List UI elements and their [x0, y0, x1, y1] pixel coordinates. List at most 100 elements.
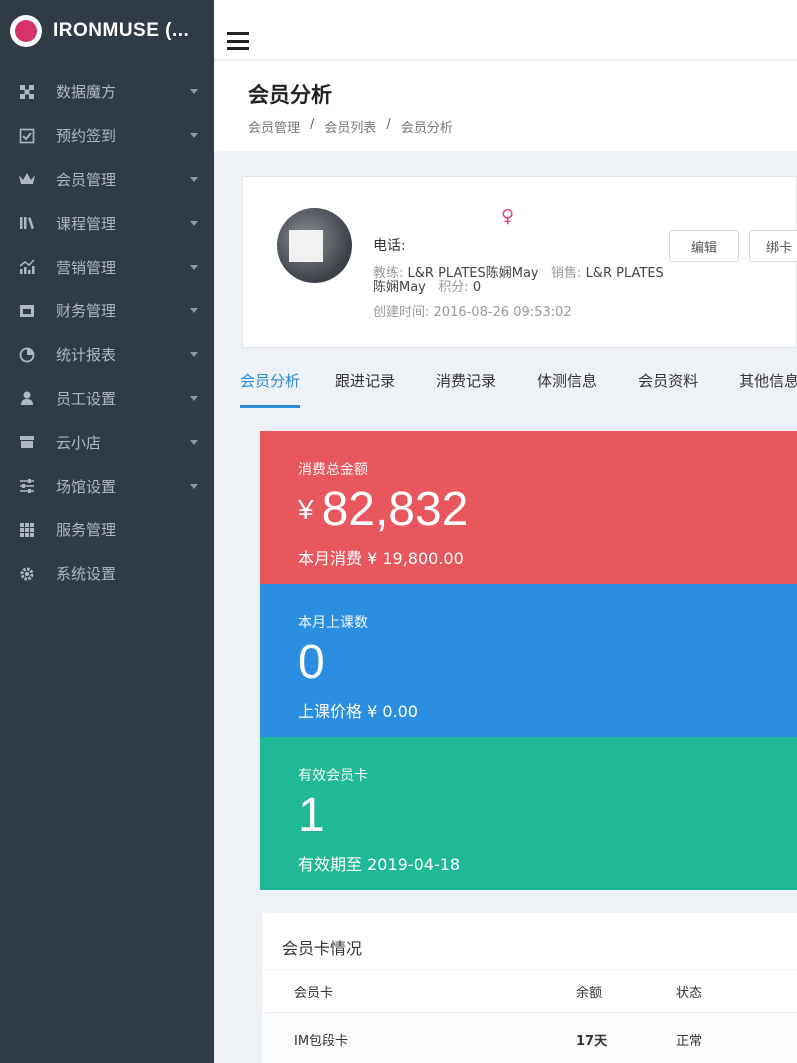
page-title: 会员分析	[248, 83, 332, 107]
sidebar-item-courses[interactable]: 课程管理	[0, 201, 214, 245]
card-name: IM包段卡	[294, 1033, 349, 1049]
sidebar-item-label: 系统设置	[56, 565, 117, 584]
stat-label: 有效会员卡	[298, 768, 368, 784]
tab-follow-up[interactable]: 跟进记录	[335, 358, 395, 408]
chevron-down-icon	[190, 220, 198, 226]
sidebar-item-venue[interactable]: 场馆设置	[0, 464, 214, 508]
section-title: 会员卡情况	[282, 939, 363, 958]
sidebar-item-label: 财务管理	[56, 302, 117, 321]
points-label: 积分:	[438, 280, 469, 295]
avatar	[277, 208, 352, 283]
chevron-down-icon	[190, 89, 198, 95]
chevron-down-icon	[190, 395, 198, 401]
member-meta: 教练: L&R PLATES陈娴May 销售: L&R PLATES陈娴May …	[373, 267, 673, 295]
sales-label: 销售:	[551, 266, 582, 281]
card-status: 正常	[676, 1033, 703, 1049]
stat-label: 本月上课数	[298, 615, 368, 631]
sidebar-item-label: 统计报表	[56, 346, 117, 365]
tab-other-info[interactable]: 其他信息	[739, 358, 797, 408]
stat-value: ¥82,832	[298, 485, 797, 535]
sidebar-item-label: 课程管理	[56, 214, 117, 233]
table-row[interactable]: IM包段卡 17天 正常	[262, 1014, 797, 1063]
pie-icon	[18, 346, 36, 364]
sidebar-item-label: 云小店	[56, 433, 102, 452]
card-balance: 17天	[576, 1033, 608, 1049]
sliders-icon	[18, 477, 36, 495]
brand-name: IRONMUSE (...	[53, 20, 190, 41]
stat-valid-cards: 有效会员卡 1 有效期至 2019-04-18	[260, 737, 797, 890]
stat-value: 0	[298, 636, 325, 689]
sidebar-item-marketing[interactable]: 营销管理	[0, 245, 214, 289]
table-header: 会员卡 余额 状态	[262, 969, 797, 1013]
column-header-card: 会员卡	[294, 985, 334, 1001]
stat-label: 消费总金额	[298, 462, 368, 478]
breadcrumb-member-management[interactable]: 会员管理	[248, 117, 300, 136]
crown-icon	[18, 170, 36, 188]
edit-button[interactable]: 编辑	[669, 230, 739, 262]
stat-sub: 本月消费 ¥ 19,800.00	[298, 549, 464, 568]
chart-icon	[18, 258, 36, 276]
checkbox-icon	[18, 127, 36, 145]
stat-monthly-classes: 本月上课数 0 上课价格 ¥ 0.00	[260, 584, 797, 737]
bind-card-button[interactable]: 绑卡	[749, 230, 797, 262]
created-label: 创建时间:	[373, 305, 430, 320]
sidebar-item-label: 预约签到	[56, 127, 117, 146]
sidebar-item-data-cube[interactable]: 数据魔方	[0, 70, 214, 114]
sidebar-item-system[interactable]: 系统设置	[0, 552, 214, 596]
sidebar-nav: 数据魔方 预约签到 会员管理 课程管理 营销管理 财务管理 统计报表 员工设置 …	[0, 70, 214, 596]
stat-sub: 上课价格 ¥ 0.00	[298, 702, 418, 721]
sidebar-item-finance[interactable]: 财务管理	[0, 289, 214, 333]
user-icon	[18, 389, 36, 407]
points-value: 0	[472, 280, 482, 295]
brand[interactable]: IRONMUSE (...	[0, 0, 214, 62]
stat-total-spend: 消费总金额 ¥82,832 本月消费 ¥ 19,800.00	[260, 431, 797, 584]
topbar	[214, 0, 797, 60]
breadcrumb-member-analysis: 会员分析	[400, 121, 453, 136]
coach-value: L&R PLATES陈娴May	[407, 266, 539, 281]
tab-member-info[interactable]: 会员资料	[638, 358, 698, 408]
column-header-status: 状态	[676, 985, 703, 1001]
member-cards-panel: 会员卡情况 会员卡 余额 状态 IM包段卡 17天 正常	[262, 913, 797, 1063]
stat-sub: 有效期至 2019-04-18	[298, 855, 461, 874]
sidebar-item-services[interactable]: 服务管理	[0, 508, 214, 552]
sidebar-item-staff[interactable]: 员工设置	[0, 377, 214, 421]
breadcrumb-separator: /	[386, 117, 391, 132]
tab-body-test[interactable]: 体测信息	[537, 358, 597, 408]
sidebar-item-label: 服务管理	[56, 521, 117, 540]
currency-symbol: ¥	[298, 494, 314, 525]
sidebar-item-booking[interactable]: 预约签到	[0, 114, 214, 158]
menu-icon[interactable]	[227, 32, 249, 50]
grid-icon	[18, 521, 36, 539]
sidebar-item-reports[interactable]: 统计报表	[0, 333, 214, 377]
member-profile-card: ♀ 电话: 教练: L&R PLATES陈娴May 销售: L&R PLATES…	[242, 176, 797, 348]
member-tabs: 会员分析 跟进记录 消费记录 体测信息 会员资料 其他信息	[240, 358, 797, 408]
breadcrumb: 会员管理 / 会员列表 / 会员分析	[248, 117, 797, 136]
sidebar-item-label: 营销管理	[56, 258, 117, 277]
breadcrumb-separator: /	[310, 117, 315, 132]
created-time: 创建时间: 2016-08-26 09:53:02	[373, 301, 572, 320]
created-value: 2016-08-26 09:53:02	[433, 305, 572, 320]
phone-label: 电话:	[373, 238, 406, 254]
chevron-down-icon	[190, 308, 198, 314]
stat-value: 1	[298, 789, 325, 842]
chevron-down-icon	[190, 483, 198, 489]
wallet-icon	[18, 302, 36, 320]
books-icon	[18, 214, 36, 232]
chevron-down-icon	[190, 439, 198, 445]
total-spend-value: 82,832	[321, 483, 469, 536]
tab-consumption[interactable]: 消费记录	[436, 358, 496, 408]
coach-label: 教练:	[373, 266, 404, 281]
page-header: 会员分析 会员管理 / 会员列表 / 会员分析	[214, 61, 797, 151]
chevron-down-icon	[190, 264, 198, 270]
column-header-balance: 余额	[576, 985, 603, 1001]
sidebar-item-label: 数据魔方	[56, 83, 117, 102]
sidebar-item-label: 会员管理	[56, 170, 117, 189]
chevron-down-icon	[190, 176, 198, 182]
sidebar-item-store[interactable]: 云小店	[0, 420, 214, 464]
sidebar-item-members[interactable]: 会员管理	[0, 158, 214, 202]
breadcrumb-member-list[interactable]: 会员列表	[324, 117, 376, 136]
tab-member-analysis[interactable]: 会员分析	[240, 358, 301, 408]
chevron-down-icon	[190, 352, 198, 358]
cube-icon	[18, 83, 36, 101]
sidebar-item-label: 场馆设置	[56, 477, 117, 496]
